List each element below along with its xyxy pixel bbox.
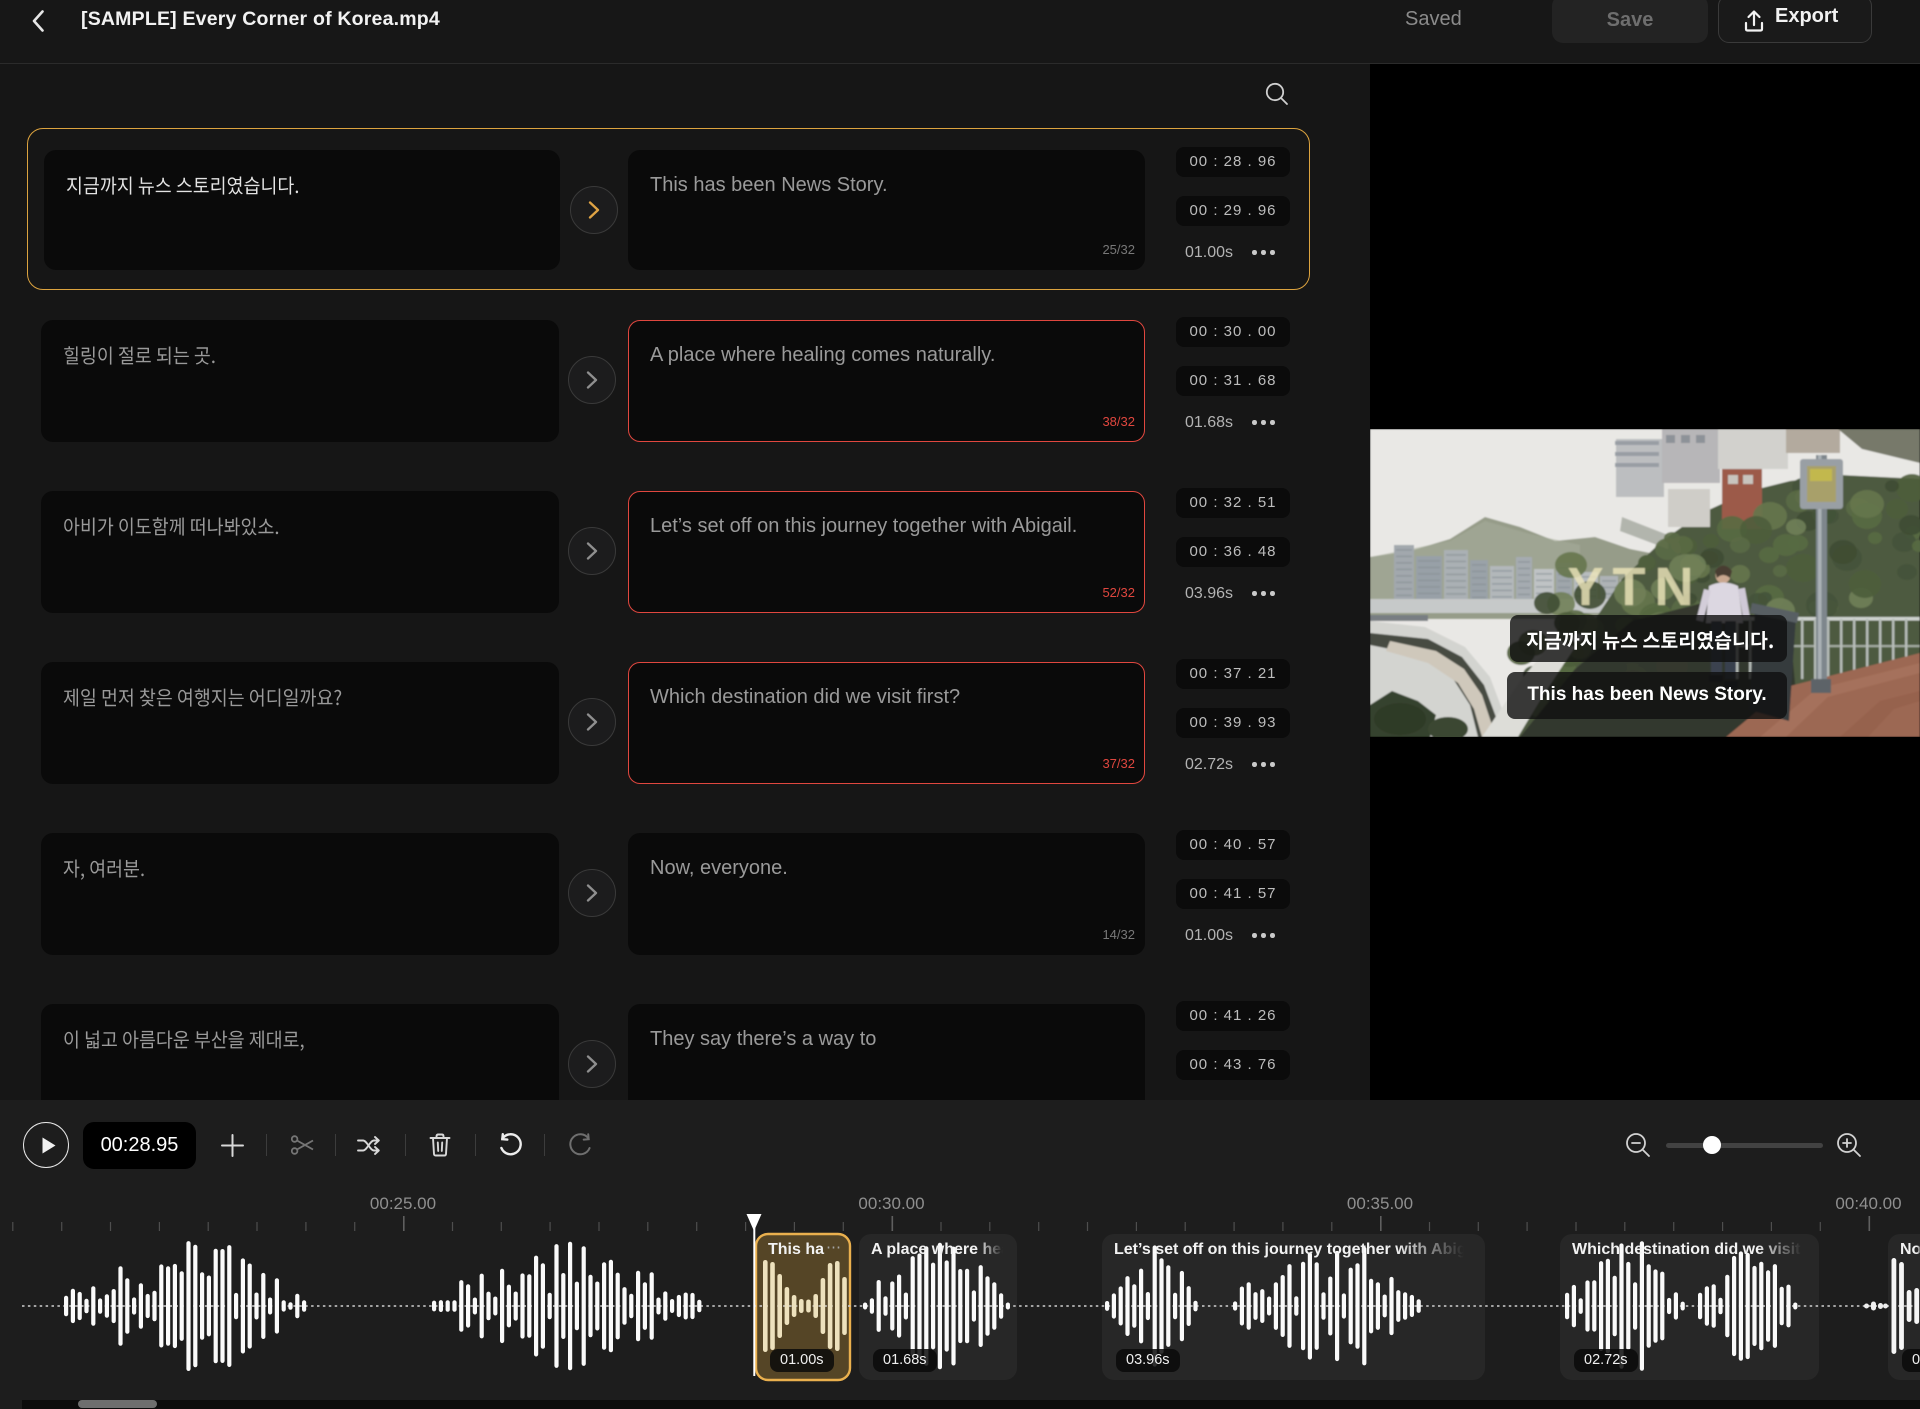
- svg-text:00:25.00: 00:25.00: [370, 1194, 436, 1213]
- svg-text:YTN: YTN: [1568, 557, 1703, 617]
- svg-text:00:30.00: 00:30.00: [858, 1194, 924, 1213]
- svg-text:00:40.00: 00:40.00: [1835, 1194, 1901, 1213]
- svg-text:00:35.00: 00:35.00: [1347, 1194, 1413, 1213]
